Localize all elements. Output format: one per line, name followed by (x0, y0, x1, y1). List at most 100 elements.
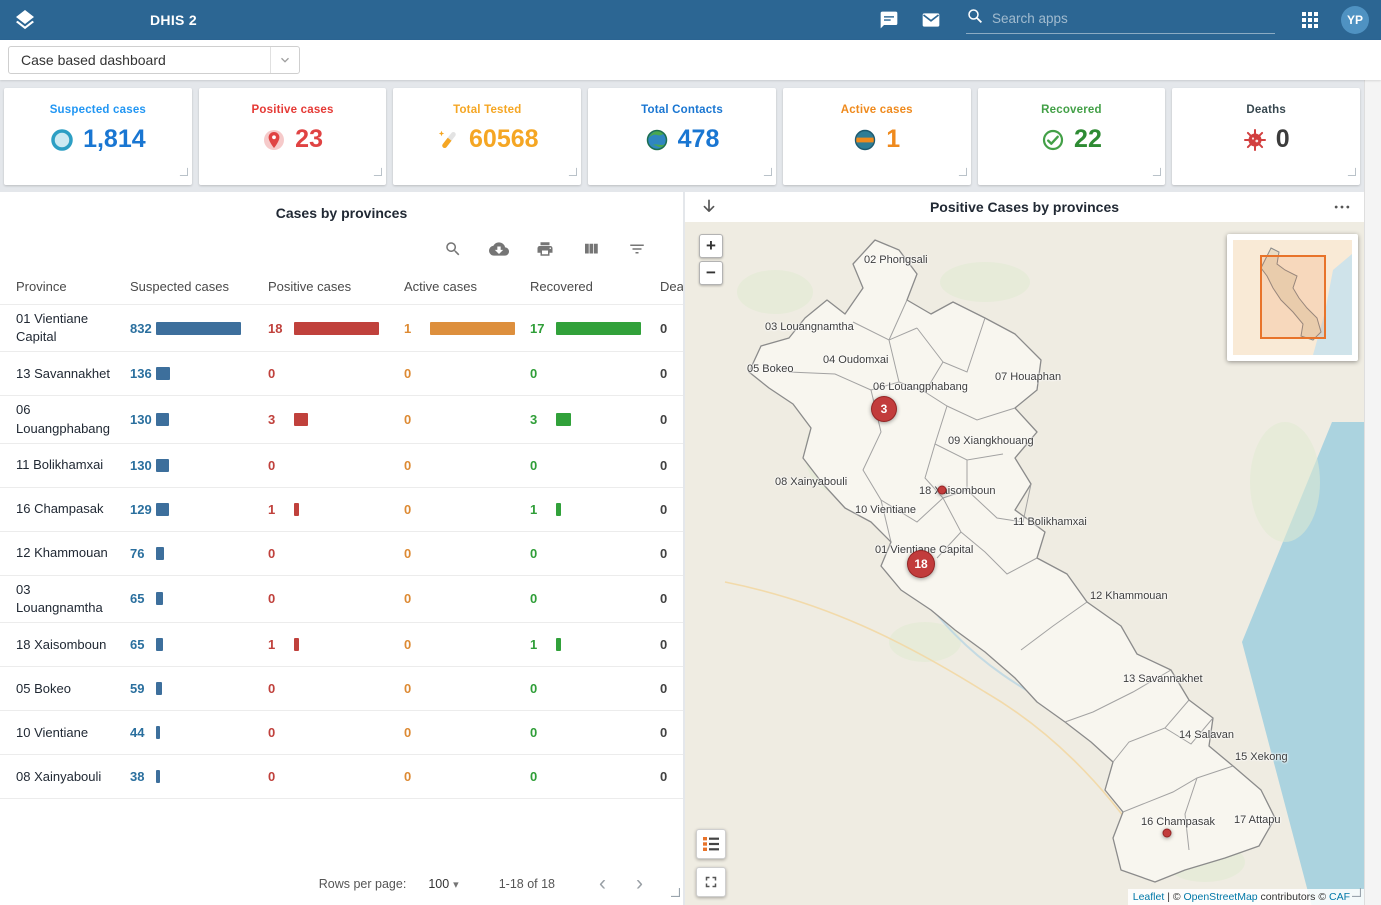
card-resize-handle[interactable] (958, 163, 967, 181)
map-province-label: 12 Khammouan (1090, 590, 1168, 602)
cell-value: 0 (404, 681, 430, 696)
table-toolbar (0, 223, 683, 267)
overview-inset-map[interactable] (1227, 234, 1358, 361)
cell-value: 136 (130, 366, 156, 381)
card-resize-handle[interactable] (568, 163, 577, 181)
map-marker[interactable]: 18 (907, 550, 935, 578)
province-cell: 01 Vientiane Capital (16, 310, 130, 346)
search-icon[interactable] (966, 7, 984, 30)
stat-card-value: 1,814 (83, 125, 146, 154)
table-header-row: ProvinceSuspected casesPositive casesAct… (0, 267, 683, 305)
card-resize-handle[interactable] (1347, 163, 1356, 181)
cases-by-provinces-panel: Cases by provinces ProvinceSuspecte (0, 192, 683, 905)
cell-value: 0 (268, 769, 294, 784)
stat-card-label: Total Contacts (641, 104, 723, 116)
search-apps-input[interactable] (990, 10, 1275, 27)
dashboard-select[interactable]: Case based dashboard (8, 46, 300, 74)
table-download-icon[interactable] (489, 239, 509, 259)
card-resize-handle[interactable] (1152, 163, 1161, 181)
active-cell: 0 (404, 725, 530, 740)
page-scrollbar[interactable] (1364, 80, 1381, 905)
cell-value: 65 (130, 637, 156, 652)
map-marker[interactable]: 3 (871, 396, 897, 422)
table-row: 13 Savannakhet1360000 (0, 352, 683, 396)
active-cell: 0 (404, 546, 530, 561)
panel-resize-handle[interactable] (670, 884, 680, 902)
cell-value: 0 (530, 546, 556, 561)
cell-bar (294, 638, 299, 651)
recovered-cell: 0 (530, 725, 660, 740)
active-cell: 0 (404, 591, 530, 606)
table-columns-icon[interactable] (581, 239, 601, 259)
suspected-cell: 832 (130, 321, 268, 336)
next-page-button[interactable]: › (636, 878, 643, 890)
table-row: 18 Xaisomboun651010 (0, 623, 683, 667)
panel-resize-handle[interactable] (1351, 884, 1361, 902)
prev-page-button[interactable]: ‹ (599, 878, 606, 890)
cell-value: 0 (660, 637, 683, 652)
stat-card-value: 23 (295, 125, 323, 154)
layers-list-button[interactable] (696, 829, 726, 859)
active-cases-icon (853, 128, 877, 152)
map-province-label: 13 Savannakhet (1123, 673, 1203, 685)
table-row: 03 Louangnamtha650000 (0, 576, 683, 623)
deaths-cell: 0 (660, 546, 683, 561)
column-header: Positive cases (268, 279, 404, 294)
map-province-label: 15 Xekong (1235, 751, 1288, 763)
positive-cell: 0 (268, 458, 404, 473)
positive-cell: 1 (268, 502, 404, 517)
cell-value: 0 (268, 591, 294, 606)
apps-grid-icon[interactable] (1299, 9, 1321, 31)
map-province-label: 14 Salavan (1179, 729, 1234, 741)
messages-icon[interactable] (878, 9, 900, 31)
cell-value: 0 (660, 502, 683, 517)
table-row: 05 Bokeo590000 (0, 667, 683, 711)
positive-cell: 0 (268, 591, 404, 606)
user-avatar[interactable]: YP (1341, 6, 1369, 34)
card-resize-handle[interactable] (179, 163, 188, 181)
cell-value: 38 (130, 769, 156, 784)
check-circle-icon (1041, 128, 1065, 152)
cell-value: 17 (530, 321, 556, 336)
table-print-icon[interactable] (535, 239, 555, 259)
map-more-options-icon[interactable] (1332, 197, 1352, 222)
card-resize-handle[interactable] (373, 163, 382, 181)
attribution-link[interactable]: CAF (1329, 891, 1350, 903)
map-marker[interactable] (1163, 829, 1172, 838)
zoom-in-button[interactable]: + (699, 234, 723, 258)
column-header: Suspected cases (130, 279, 268, 294)
active-cell: 0 (404, 502, 530, 517)
deaths-cell: 0 (660, 458, 683, 473)
pagination-range: 1-18 of 18 (499, 877, 555, 891)
cell-bar (156, 592, 163, 605)
table-filter-icon[interactable] (627, 239, 647, 259)
positive-cell: 18 (268, 321, 404, 336)
table-search-icon[interactable] (443, 239, 463, 259)
map-canvas[interactable]: + − Leaflet | © OpenStreetMap contributo… (685, 222, 1364, 905)
positive-cell: 3 (268, 412, 404, 427)
map-marker[interactable] (938, 486, 947, 495)
attribution-link[interactable]: Leaflet (1133, 891, 1165, 903)
suspected-cell: 130 (130, 412, 268, 427)
stat-card-label: Total Tested (453, 104, 521, 116)
recovered-cell: 0 (530, 366, 660, 381)
card-resize-handle[interactable] (763, 163, 772, 181)
province-cell: 08 Xainyabouli (16, 768, 130, 786)
mail-icon[interactable] (920, 9, 942, 31)
rows-per-page-select[interactable]: 100▾ (428, 877, 458, 891)
cell-value: 59 (130, 681, 156, 696)
table-pagination: Rows per page: 100▾ 1-18 of 18 ‹ › (0, 865, 683, 905)
cell-bar (156, 770, 160, 783)
attribution-text: contributors © (1258, 891, 1329, 903)
cell-value: 0 (660, 591, 683, 606)
dhis2-logo-icon[interactable] (12, 7, 38, 33)
map-province-label: 18 Xaisomboun (919, 485, 995, 497)
table-row: 11 Bolikhamxai1300000 (0, 444, 683, 488)
deaths-cell: 0 (660, 366, 683, 381)
top-header-bar: DHIS 2 YP (0, 0, 1381, 40)
map-province-label: 09 Xiangkhouang (948, 435, 1034, 447)
stat-card-label: Positive cases (252, 104, 334, 116)
attribution-link[interactable]: OpenStreetMap (1184, 891, 1258, 903)
zoom-out-button[interactable]: − (699, 261, 723, 285)
fullscreen-button[interactable] (696, 867, 726, 897)
